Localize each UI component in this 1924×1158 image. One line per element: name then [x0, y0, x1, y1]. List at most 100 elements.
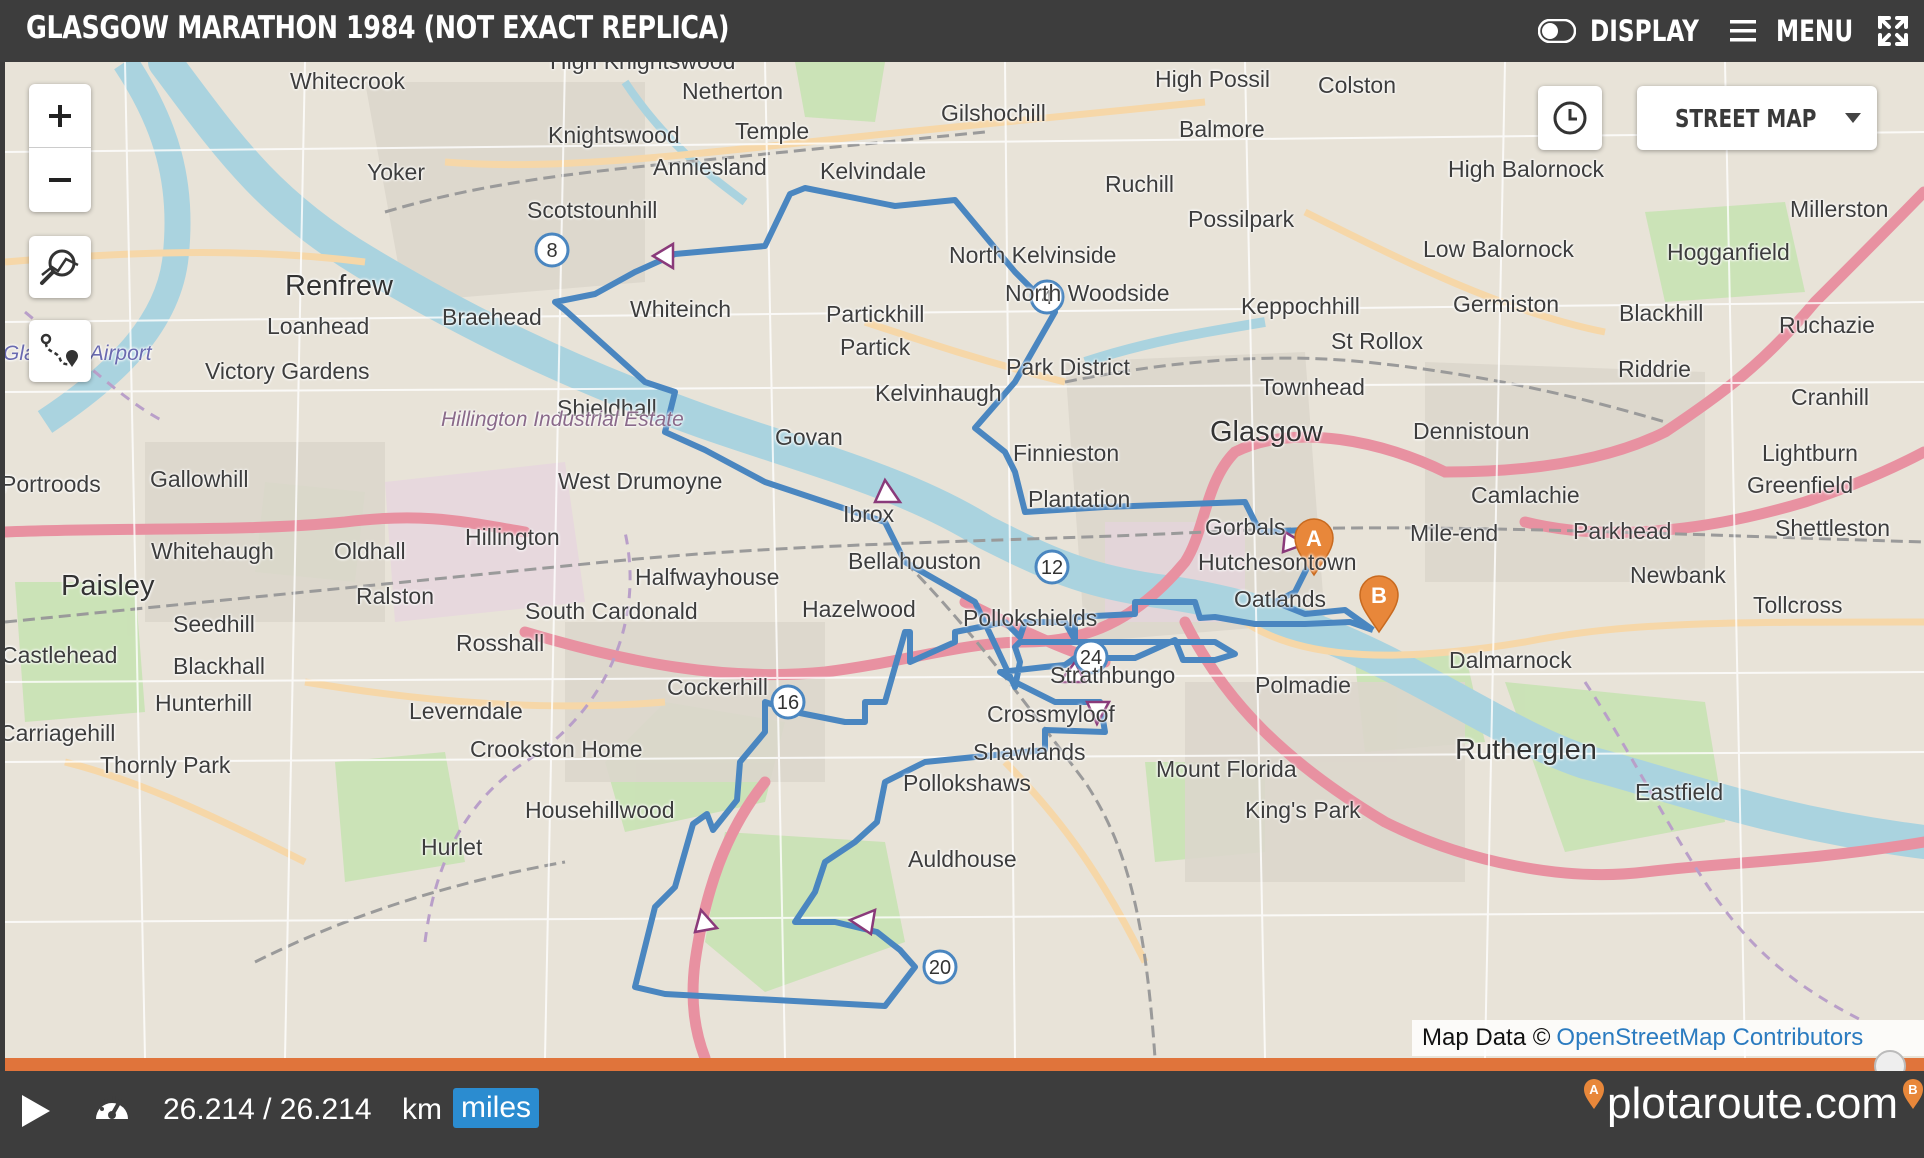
place-label: Pollokshields — [963, 605, 1098, 631]
place-label: Glasgow — [1210, 416, 1323, 448]
place-label: Park District — [1006, 354, 1130, 380]
display-toggle-button[interactable]: DISPLAY — [1538, 12, 1726, 50]
menu-label: MENU — [1776, 14, 1854, 48]
place-label: St Rollox — [1331, 328, 1424, 354]
pin-a-icon: A — [1584, 1079, 1604, 1109]
place-label: Whitehaugh — [151, 538, 274, 564]
place-label: Hogganfield — [1667, 239, 1790, 265]
place-label: Rutherglen — [1455, 734, 1597, 766]
clock-icon — [1553, 101, 1587, 135]
place-label: Scotstounhill — [527, 197, 658, 223]
place-label: Portroods — [5, 471, 101, 497]
unit-km-toggle[interactable]: km — [402, 1093, 442, 1127]
place-label: Shawlands — [973, 739, 1086, 765]
place-label: Thornly Park — [100, 752, 231, 778]
place-label: Shettleston — [1775, 515, 1891, 541]
elevation-profile-button[interactable] — [29, 236, 91, 298]
svg-text:20: 20 — [929, 957, 951, 979]
place-label: Cockerhill — [667, 674, 768, 700]
minus-icon — [49, 177, 71, 182]
display-label: DISPLAY — [1590, 14, 1699, 48]
place-label: Auldhouse — [908, 846, 1017, 872]
end-marker[interactable]: B — [1359, 575, 1399, 634]
place-label: Greenfield — [1747, 472, 1854, 498]
place-label: Plantation — [1028, 486, 1131, 512]
svg-text:A: A — [1306, 526, 1322, 551]
place-label: Oatlands — [1234, 586, 1327, 612]
mile-marker-16[interactable]: 16 — [770, 684, 806, 720]
place-label: High Possil — [1155, 66, 1271, 92]
place-label: Househillwood — [525, 797, 675, 823]
brand-logo[interactable]: A plotaroute.com B — [1584, 1079, 1924, 1129]
route-pin-icon — [40, 333, 78, 367]
speed-button[interactable] — [92, 1089, 138, 1133]
place-label: Loanhead — [267, 313, 370, 339]
map-layer-select[interactable]: STREET MAP — [1637, 86, 1877, 150]
unit-miles-toggle[interactable]: miles — [453, 1088, 540, 1128]
osm-link[interactable]: OpenStreetMap Contributors — [1556, 1024, 1863, 1052]
place-label: Bellahouston — [848, 548, 981, 574]
place-label: King's Park — [1245, 797, 1361, 823]
route-progress-bar[interactable] — [5, 1058, 1924, 1071]
place-label: Hazelwood — [802, 596, 916, 622]
zoom-control — [29, 84, 91, 212]
place-label: Kelvinhaugh — [875, 380, 1002, 406]
map-layer-label: STREET MAP — [1675, 103, 1817, 133]
place-label: North Kelvinside — [949, 242, 1117, 268]
mile-marker-8[interactable]: 8 — [534, 232, 570, 268]
play-button[interactable] — [18, 1091, 58, 1135]
place-label: Anniesland — [653, 154, 767, 180]
fullscreen-button[interactable] — [1876, 12, 1910, 50]
place-label: Knightswood — [548, 122, 680, 148]
zoom-out-button[interactable] — [29, 148, 91, 211]
place-label: Parkhead — [1573, 518, 1672, 544]
toggle-icon — [1538, 19, 1576, 43]
speedometer-icon — [96, 1096, 128, 1119]
place-label: Rosshall — [456, 630, 545, 656]
place-label: Eastfield — [1635, 779, 1724, 805]
place-label: South Cardonald — [525, 598, 698, 624]
place-label: Paisley — [61, 570, 155, 602]
zoom-in-button[interactable] — [29, 84, 91, 148]
distance-readout: 26.214 / 26.214 — [163, 1093, 372, 1126]
place-label: Ibrox — [843, 501, 895, 527]
place-label: Hutchesontown — [1198, 549, 1357, 575]
route-tools-button[interactable] — [29, 320, 91, 382]
map-view[interactable]: 4 8 12 16 20 24 A B Whitecrook Netherton… — [5, 62, 1924, 1058]
place-label: Oldhall — [334, 538, 406, 564]
svg-text:8: 8 — [546, 240, 557, 262]
place-label: High Knightswood — [550, 62, 735, 75]
plus-icon — [49, 104, 71, 127]
place-label: Cranhill — [1791, 384, 1869, 410]
place-label: Ralston — [356, 583, 434, 609]
place-label: Mile-end — [1410, 520, 1499, 546]
place-label: Possilpark — [1188, 206, 1295, 232]
place-label: West Drumoyne — [558, 468, 723, 494]
place-label: Braehead — [442, 304, 542, 330]
place-label: Castlehead — [5, 642, 118, 668]
page-title: GLASGOW MARATHON 1984 (NOT EXACT REPLICA… — [26, 10, 730, 46]
svg-text:12: 12 — [1041, 557, 1063, 579]
place-label: Lightburn — [1762, 440, 1858, 466]
place-label: Partickhill — [826, 301, 925, 327]
place-label: Carriagehill — [5, 720, 116, 746]
pin-b-icon: B — [1903, 1079, 1924, 1109]
play-icon — [22, 1095, 50, 1127]
place-label: Millerston — [1790, 196, 1889, 222]
menu-button[interactable]: MENU — [1728, 12, 1873, 50]
mile-marker-20[interactable]: 20 — [922, 949, 958, 985]
magnify-chart-icon — [40, 249, 79, 285]
place-label: Hillington — [465, 524, 560, 550]
place-label: Riddrie — [1618, 356, 1691, 382]
place-label: Kelvindale — [820, 158, 927, 184]
place-label: Seedhill — [173, 611, 255, 637]
mile-marker-12[interactable]: 12 — [1034, 549, 1070, 585]
history-button[interactable] — [1538, 86, 1602, 150]
place-label: Finnieston — [1013, 440, 1120, 466]
place-label: Germiston — [1453, 291, 1560, 317]
map-attribution: Map Data © OpenStreetMap Contributors — [1412, 1020, 1924, 1056]
place-label: Dalmarnock — [1449, 647, 1572, 673]
place-label: Low Balornock — [1423, 236, 1574, 262]
top-bar: GLASGOW MARATHON 1984 (NOT EXACT REPLICA… — [0, 0, 1924, 62]
svg-text:A: A — [1589, 1082, 1599, 1097]
